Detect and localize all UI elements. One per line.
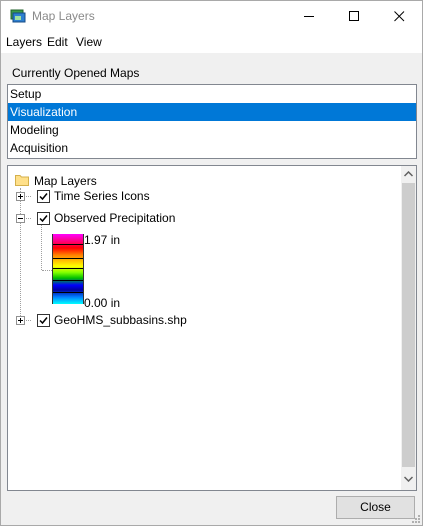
collapse-observed-precipitation-toggle[interactable] xyxy=(16,214,25,223)
resize-grip-icon[interactable] xyxy=(410,513,420,523)
maximize-button[interactable] xyxy=(332,1,377,31)
scroll-thumb[interactable] xyxy=(402,183,415,467)
menu-edit[interactable]: Edit xyxy=(47,35,68,49)
tree-connector-vertical xyxy=(20,188,21,320)
map-layers-window: Map Layers Layers Edit View Currently Op… xyxy=(0,0,423,526)
plus-icon-v xyxy=(20,194,21,199)
legend-min-label: 0.00 in xyxy=(84,296,121,310)
legend-tick xyxy=(53,244,83,245)
maximize-icon xyxy=(349,11,359,21)
expand-geohms-subbasins-toggle[interactable] xyxy=(16,316,25,325)
observed-precipitation-checkbox[interactable] xyxy=(37,212,50,225)
geohms-subbasins-checkbox[interactable] xyxy=(37,314,50,327)
currently-opened-maps-label: Currently Opened Maps xyxy=(12,66,140,80)
checkmark-icon xyxy=(39,317,48,325)
legend-tick xyxy=(53,268,83,269)
tree-scrollbar[interactable] xyxy=(401,166,416,490)
window-title: Map Layers xyxy=(32,9,95,23)
menu-layers[interactable]: Layers xyxy=(6,35,42,49)
opened-maps-list[interactable]: Setup Visualization Modeling Acquisition xyxy=(7,84,417,159)
plus-icon-v xyxy=(20,318,21,323)
checkmark-icon xyxy=(39,193,48,201)
precipitation-color-ramp xyxy=(52,234,84,304)
legend-tick xyxy=(53,280,83,281)
scroll-up-arrow-icon[interactable] xyxy=(404,171,413,177)
map-item-modeling[interactable]: Modeling xyxy=(8,121,416,139)
layer-time-series-icons[interactable]: Time Series Icons xyxy=(54,189,150,203)
folder-icon xyxy=(15,175,29,186)
legend-tick xyxy=(53,258,83,259)
close-icon xyxy=(394,11,405,22)
expand-time-series-toggle[interactable] xyxy=(16,192,25,201)
close-button[interactable]: Close xyxy=(336,496,415,519)
close-window-button[interactable] xyxy=(377,1,422,31)
map-layers-app-icon xyxy=(10,9,26,23)
menu-bar: Layers Edit View xyxy=(1,31,422,53)
checkmark-icon xyxy=(39,215,48,223)
legend-max-label: 1.97 in xyxy=(84,233,121,247)
minus-icon xyxy=(18,218,23,219)
title-bar: Map Layers xyxy=(1,1,422,31)
scroll-down-arrow-icon[interactable] xyxy=(404,476,413,482)
layer-tree[interactable]: Map Layers Time Series Icons Observed Pr… xyxy=(7,165,417,491)
map-item-setup[interactable]: Setup xyxy=(8,85,416,103)
layer-geohms-subbasins[interactable]: GeoHMS_subbasins.shp xyxy=(54,313,187,327)
menu-view[interactable]: View xyxy=(76,35,102,49)
map-item-visualization[interactable]: Visualization xyxy=(8,103,416,121)
tree-root-label[interactable]: Map Layers xyxy=(34,174,97,188)
tree-connector-legend xyxy=(41,224,42,270)
time-series-icons-checkbox[interactable] xyxy=(37,190,50,203)
layer-observed-precipitation[interactable]: Observed Precipitation xyxy=(54,211,175,225)
map-item-acquisition[interactable]: Acquisition xyxy=(8,139,416,157)
legend-tick xyxy=(53,292,83,293)
minimize-icon xyxy=(304,16,314,17)
tree-connector xyxy=(42,270,52,271)
minimize-button[interactable] xyxy=(287,1,332,31)
